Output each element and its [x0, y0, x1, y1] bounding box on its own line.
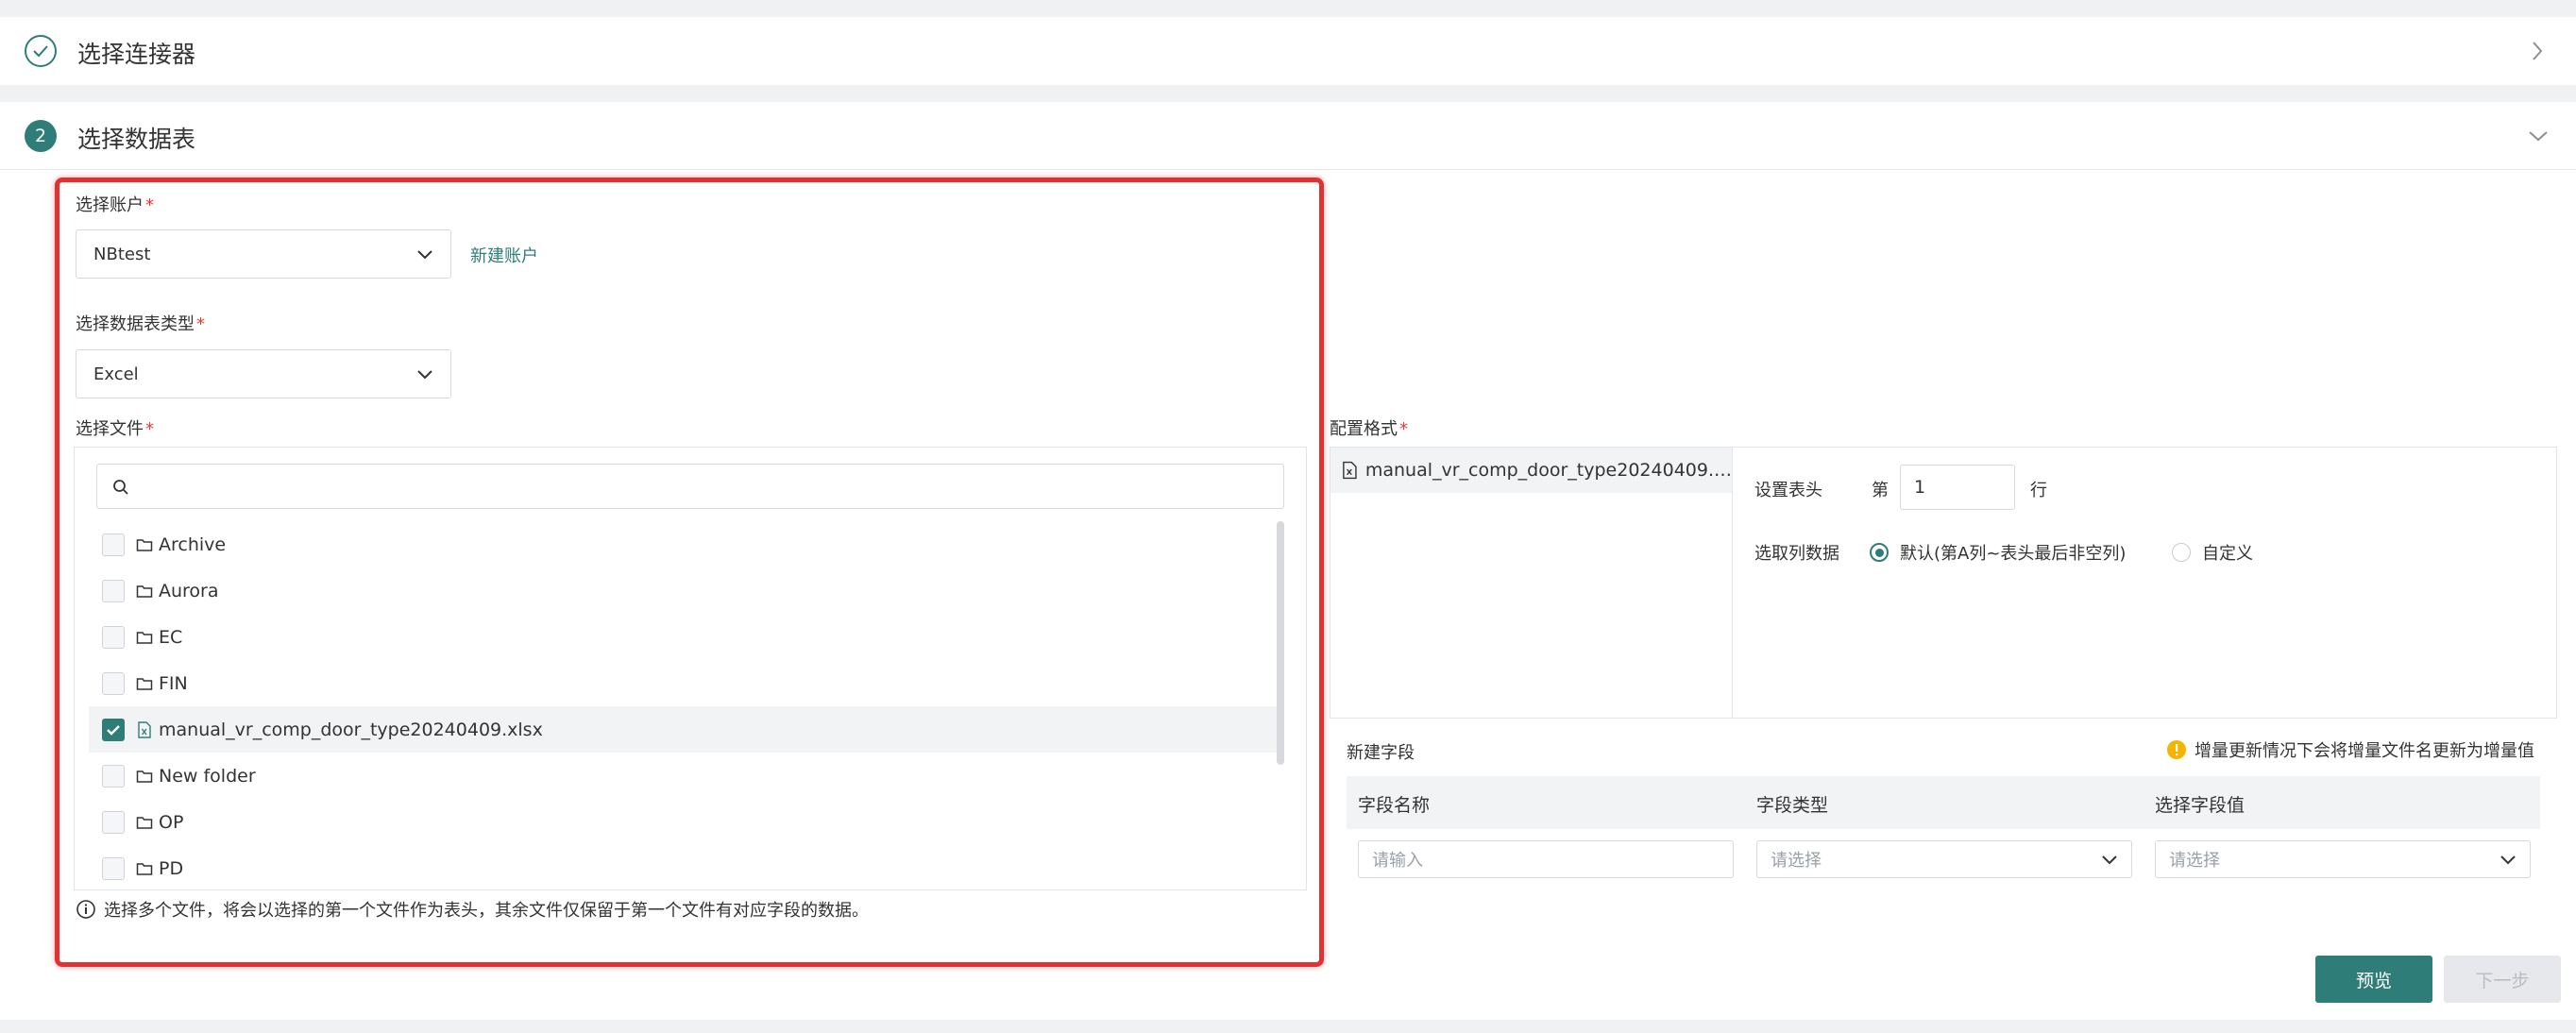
table-type-select-value: Excel	[93, 364, 139, 384]
file-list-item-name: New folder	[159, 765, 256, 787]
field-type-placeholder: 请选择	[1771, 851, 1822, 871]
column-header-field-type: 字段类型	[1756, 795, 1829, 816]
chevron-down-icon	[2102, 855, 2117, 864]
file-checkbox[interactable]	[102, 579, 125, 602]
folder-icon	[134, 813, 155, 832]
account-select-value: NBtest	[93, 244, 151, 264]
chevron-down-icon[interactable]	[2527, 128, 2550, 146]
checkmark-icon	[107, 724, 120, 736]
radio-custom-label: 自定义	[2202, 544, 2253, 564]
file-list-item[interactable]: EC	[89, 614, 1280, 660]
info-icon	[76, 900, 95, 919]
step-title-connector: 选择连接器	[77, 41, 196, 68]
file-list-item[interactable]: OP	[89, 799, 1280, 845]
folder-icon	[134, 628, 155, 647]
folder-icon	[134, 767, 155, 786]
incremental-warning: 增量更新情况下会将增量文件名更新为增量值	[2166, 737, 2534, 762]
table-type-select[interactable]: Excel	[76, 349, 451, 398]
field-value-select[interactable]: 请选择	[2155, 840, 2531, 878]
config-divider	[1732, 447, 1733, 719]
file-list-item[interactable]: Aurora	[89, 567, 1280, 614]
file-list-item[interactable]: PD	[89, 845, 1280, 891]
file-checkbox[interactable]	[102, 856, 125, 880]
file-search-input[interactable]	[96, 464, 1284, 509]
account-label: 选择账户 *	[76, 195, 154, 215]
radio-custom-dot	[2172, 543, 2191, 562]
file-checkbox[interactable]	[102, 764, 125, 787]
file-list-item-name: manual_vr_comp_door_type20240409.xlsx	[159, 719, 543, 740]
file-list-item-name: EC	[159, 626, 183, 648]
field-type-select[interactable]: 请选择	[1756, 840, 2132, 878]
step-table-header[interactable]: 2 选择数据表	[0, 102, 2576, 170]
new-account-link[interactable]: 新建账户	[470, 243, 538, 267]
preview-button[interactable]: 预览	[2315, 956, 2432, 1003]
radio-custom[interactable]: 自定义	[2172, 540, 2253, 565]
check-icon	[25, 35, 57, 67]
warning-icon	[2167, 740, 2186, 759]
config-format-label: 配置格式 *	[1330, 419, 1408, 439]
file-list-item[interactable]: FIN	[89, 660, 1280, 706]
header-row-prefix: 第	[1872, 481, 1889, 500]
column-data-label: 选取列数据	[1754, 544, 1839, 564]
folder-icon	[134, 582, 155, 601]
excel-file-icon	[134, 720, 155, 739]
file-checkbox[interactable]	[102, 810, 125, 834]
file-list-item[interactable]: Archive	[89, 521, 1280, 567]
file-list-item-name: FIN	[159, 672, 188, 694]
file-checkbox[interactable]	[102, 625, 125, 649]
file-list-scrollbar[interactable]	[1277, 521, 1284, 765]
file-checkbox[interactable]	[102, 718, 125, 741]
step-number-badge: 2	[25, 120, 57, 152]
header-row-input[interactable]: 1	[1900, 465, 2015, 510]
file-list-item-name: Archive	[159, 533, 227, 555]
file-search-field[interactable]	[139, 470, 1272, 502]
config-file-tab[interactable]: manual_vr_comp_door_type20240409.…	[1330, 448, 1732, 493]
field-value-placeholder: 请选择	[2169, 851, 2220, 871]
header-row-suffix: 行	[2030, 481, 2047, 500]
file-select-label: 选择文件 *	[76, 419, 154, 439]
multi-file-hint: 选择多个文件，将会以选择的第一个文件作为表头，其余文件仅保留于第一个文件有对应字…	[76, 897, 869, 922]
header-row-label: 设置表头	[1754, 481, 1822, 500]
file-list-item-name: OP	[159, 811, 184, 833]
incremental-warning-text: 增量更新情况下会将增量文件名更新为增量值	[2195, 741, 2534, 761]
folder-icon	[134, 535, 155, 554]
radio-default-label: 默认(第A列~表头最后非空列)	[1900, 544, 2127, 564]
account-select[interactable]: NBtest	[76, 229, 451, 279]
search-icon	[113, 480, 128, 495]
chevron-down-icon	[417, 249, 432, 259]
file-list-item[interactable]: manual_vr_comp_door_type20240409.xlsx	[89, 706, 1280, 753]
file-checkbox[interactable]	[102, 533, 125, 556]
file-list-item-name: Aurora	[159, 580, 219, 601]
folder-icon	[134, 674, 155, 693]
new-field-title: 新建字段	[1347, 743, 1415, 763]
folder-icon	[134, 859, 155, 878]
next-step-button[interactable]: 下一步	[2444, 956, 2561, 1003]
step-connector-header[interactable]: 选择连接器	[0, 17, 2576, 85]
chevron-down-icon	[2500, 855, 2516, 864]
table-type-label: 选择数据表类型 *	[76, 314, 205, 334]
chevron-right-icon[interactable]	[2531, 40, 2544, 66]
multi-file-hint-text: 选择多个文件，将会以选择的第一个文件作为表头，其余文件仅保留于第一个文件有对应字…	[104, 901, 869, 921]
field-name-input[interactable]: 请输入	[1358, 840, 1734, 878]
new-field-table-header: 字段名称 字段类型 选择字段值	[1347, 776, 2540, 829]
column-header-field-value: 选择字段值	[2155, 795, 2246, 816]
file-list-item[interactable]: New folder	[89, 753, 1280, 799]
chevron-down-icon	[417, 369, 432, 379]
radio-default[interactable]: 默认(第A列~表头最后非空列)	[1870, 540, 2126, 565]
radio-default-dot	[1870, 543, 1889, 562]
config-file-name: manual_vr_comp_door_type20240409.…	[1364, 460, 1732, 481]
excel-file-icon	[1343, 461, 1357, 480]
step-title-table: 选择数据表	[77, 126, 196, 153]
column-header-field-name: 字段名称	[1358, 795, 1431, 816]
file-list-item-name: PD	[159, 857, 184, 879]
file-checkbox[interactable]	[102, 671, 125, 695]
